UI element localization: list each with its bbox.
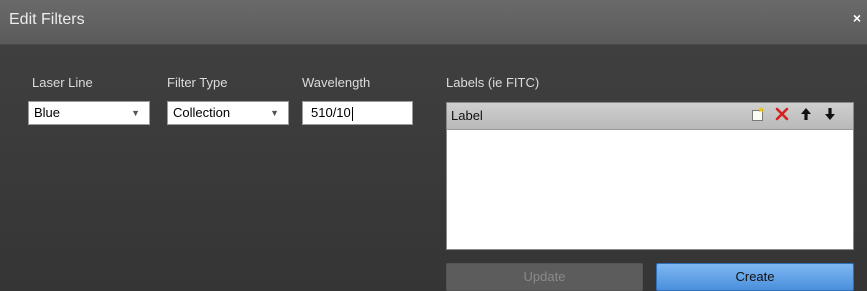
wavelength-value: 510/10 — [311, 105, 351, 120]
chevron-down-icon: ▼ — [131, 108, 140, 118]
wavelength-input[interactable]: 510/10 — [302, 101, 413, 125]
title-bar: Edit Filters × — [0, 0, 867, 45]
labels-heading: Labels (ie FITC) — [446, 75, 540, 90]
new-item-icon[interactable] — [749, 106, 767, 124]
filter-type-select[interactable]: Collection ▼ — [167, 101, 289, 125]
laser-line-label: Laser Line — [32, 75, 93, 90]
laser-line-select[interactable]: Blue ▼ — [28, 101, 150, 125]
move-down-icon[interactable] — [821, 106, 839, 124]
wavelength-label: Wavelength — [302, 75, 371, 90]
laser-line-value: Blue — [34, 105, 61, 120]
update-button[interactable]: Update — [446, 263, 643, 291]
text-caret — [351, 106, 353, 121]
move-up-icon[interactable] — [797, 106, 815, 124]
filter-type-label: Filter Type — [167, 75, 228, 90]
labels-list[interactable]: Label — [446, 102, 854, 250]
dialog-title: Edit Filters — [9, 11, 85, 28]
labels-list-header: Label — [447, 103, 853, 130]
label-column-header: Label — [451, 108, 483, 123]
create-button[interactable]: Create — [656, 263, 854, 291]
delete-x-icon[interactable] — [773, 106, 791, 124]
filter-type-value: Collection — [173, 105, 231, 120]
close-icon[interactable]: × — [853, 10, 861, 26]
chevron-down-icon: ▼ — [270, 108, 279, 118]
